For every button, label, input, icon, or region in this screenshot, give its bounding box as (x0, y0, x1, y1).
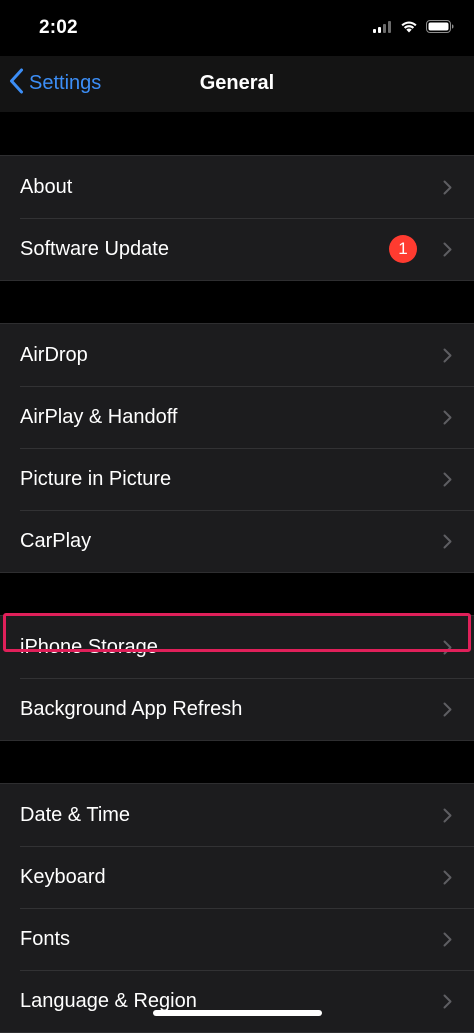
list-item-date-time[interactable]: Date & Time (0, 784, 474, 846)
notification-badge: 1 (389, 235, 417, 263)
chevron-right-icon (443, 472, 452, 487)
list-item-label: CarPlay (20, 530, 92, 552)
status-icons (373, 20, 454, 38)
chevron-right-icon (443, 348, 452, 363)
list-item-airdrop[interactable]: AirDrop (0, 324, 474, 386)
chevron-right-icon (443, 702, 452, 717)
highlight-annotation (3, 613, 471, 652)
home-indicator[interactable] (153, 1010, 322, 1016)
settings-group-connectivity: AirDrop AirPlay & Handoff Picture in Pic… (0, 323, 474, 573)
signal-bars-icon (373, 20, 392, 38)
battery-icon (426, 20, 454, 38)
list-item-background-app-refresh[interactable]: Background App Refresh (0, 678, 474, 740)
settings-group-about: About Software Update 1 (0, 155, 474, 281)
wifi-icon (400, 20, 418, 38)
list-item-label: Fonts (20, 928, 71, 950)
list-item-label: AirDrop (20, 344, 88, 366)
status-bar: 2:02 (0, 0, 474, 56)
list-item-carplay[interactable]: CarPlay (0, 510, 474, 572)
list-item-label: Background App Refresh (20, 698, 243, 720)
chevron-right-icon (443, 808, 452, 823)
list-item-picture-in-picture[interactable]: Picture in Picture (0, 448, 474, 510)
list-item-label: Language & Region (20, 990, 197, 1012)
settings-group-locale: Date & Time Keyboard Fonts Language & Re… (0, 783, 474, 1033)
list-item-airplay-handoff[interactable]: AirPlay & Handoff (0, 386, 474, 448)
list-item-label: Picture in Picture (20, 468, 172, 490)
navigation-bar: Settings General (0, 56, 474, 112)
chevron-right-icon (443, 180, 452, 195)
chevron-right-icon (443, 870, 452, 885)
chevron-right-icon (443, 534, 452, 549)
list-item-label: AirPlay & Handoff (20, 406, 178, 428)
list-item-software-update[interactable]: Software Update 1 (0, 218, 474, 280)
chevron-right-icon (443, 410, 452, 425)
list-item-label: Date & Time (20, 804, 131, 826)
list-item-label: About (20, 176, 73, 198)
page-title: General (199, 72, 275, 94)
list-item-label: Keyboard (20, 866, 106, 888)
list-item-about[interactable]: About (0, 156, 474, 218)
list-item-keyboard[interactable]: Keyboard (0, 846, 474, 908)
chevron-right-icon (443, 994, 452, 1009)
list-item-language-region[interactable]: Language & Region (0, 970, 474, 1032)
list-item-label: Software Update (20, 238, 169, 260)
list-item-fonts[interactable]: Fonts (0, 908, 474, 970)
status-time: 2:02 (39, 17, 78, 38)
chevron-right-icon (443, 242, 452, 257)
chevron-right-icon (443, 932, 452, 947)
